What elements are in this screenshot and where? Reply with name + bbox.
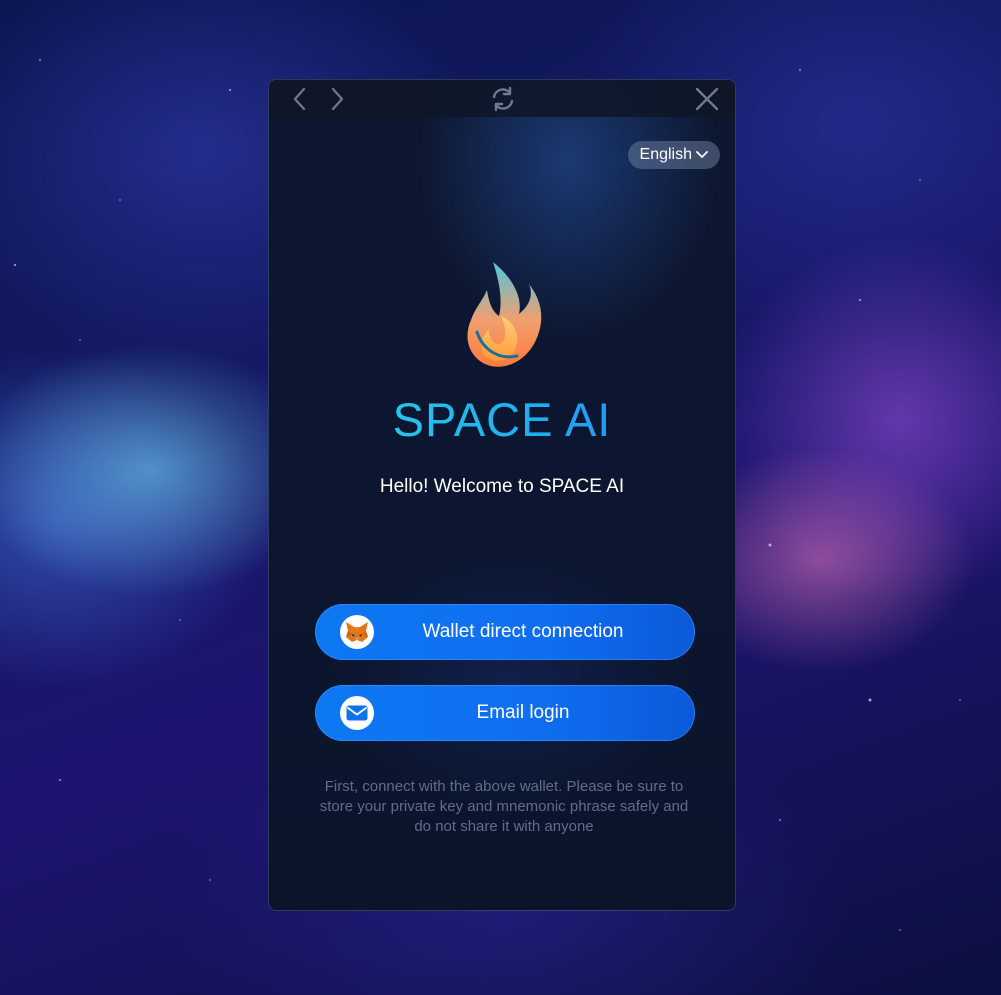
titlebar — [269, 80, 735, 117]
chevron-right-icon — [331, 87, 344, 111]
email-login-button[interactable]: Email login — [315, 685, 695, 741]
chevron-left-icon — [293, 87, 306, 111]
language-label: English — [639, 146, 692, 163]
close-button[interactable] — [692, 84, 722, 114]
brand-title: SPACE AI — [269, 392, 735, 447]
login-window: English SPACE AI Hello! Welcome to SPACE… — [268, 79, 736, 911]
close-icon — [695, 87, 719, 111]
back-button[interactable] — [285, 84, 315, 114]
wallet-connect-button[interactable]: Wallet direct connection — [315, 604, 695, 660]
chevron-down-icon — [696, 151, 708, 158]
flame-logo-icon — [467, 262, 542, 367]
forward-button[interactable] — [322, 84, 352, 114]
metamask-fox-icon — [340, 615, 374, 649]
welcome-text: Hello! Welcome to SPACE AI — [379, 476, 625, 497]
security-note: First, connect with the above wallet. Pl… — [319, 778, 689, 835]
refresh-icon — [492, 86, 514, 112]
language-selector[interactable]: English — [627, 141, 720, 169]
refresh-button[interactable] — [488, 84, 518, 114]
envelope-icon — [340, 696, 374, 730]
